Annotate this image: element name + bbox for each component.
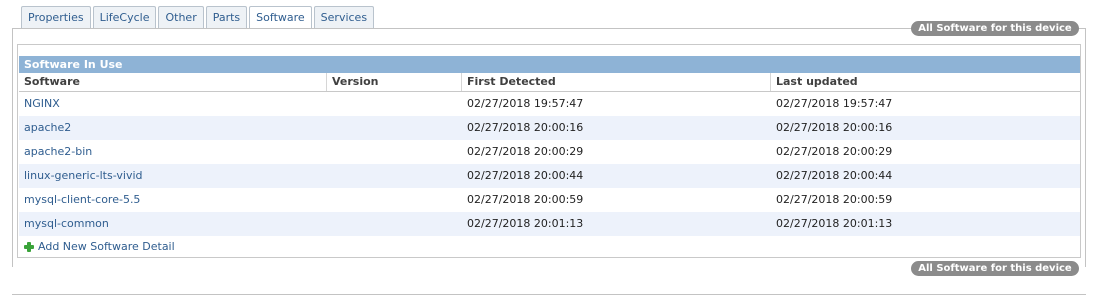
all-software-button-bottom[interactable]: All Software for this device — [911, 261, 1079, 276]
software-link[interactable]: NGINX — [19, 92, 327, 116]
add-software-label: Add New Software Detail — [38, 240, 175, 253]
column-header-first-detected[interactable]: First Detected — [462, 73, 771, 91]
tab-software[interactable]: Software — [249, 6, 312, 29]
software-link[interactable]: mysql-client-core-5.5 — [19, 188, 327, 212]
software-link[interactable]: linux-generic-lts-vivid — [19, 164, 327, 188]
version-cell — [327, 140, 462, 164]
first-detected-cell: 02/27/2018 20:00:44 — [467, 169, 584, 182]
version-cell — [327, 164, 462, 188]
table-row: apache2 02/27/2018 20:00:16 02/27/2018 2… — [19, 116, 1080, 140]
last-updated-cell: 02/27/2018 20:00:59 — [776, 193, 893, 206]
software-link[interactable]: mysql-common — [19, 212, 327, 236]
first-detected-cell: 02/27/2018 19:57:47 — [467, 97, 584, 110]
first-detected-cell: 02/27/2018 20:00:29 — [467, 145, 584, 158]
first-detected-cell: 02/27/2018 20:00:59 — [467, 193, 584, 206]
add-software-link[interactable]: Add New Software Detail — [24, 240, 175, 253]
version-cell — [327, 92, 462, 116]
software-link[interactable]: apache2-bin — [19, 140, 327, 164]
version-cell — [327, 188, 462, 212]
table-header: Software Version First Detected Last upd… — [19, 73, 1080, 92]
last-updated-cell: 02/27/2018 20:01:13 — [776, 217, 893, 230]
last-updated-cell: 02/27/2018 20:00:29 — [776, 145, 893, 158]
tab-services[interactable]: Services — [313, 6, 375, 28]
software-panel: Software In Use Software Version First D… — [17, 44, 1081, 258]
divider — [12, 294, 1086, 295]
tab-bar: Properties LifeCycle Other Parts Softwar… — [21, 6, 376, 29]
table-row: mysql-client-core-5.5 02/27/2018 20:00:5… — [19, 188, 1080, 212]
table-row: NGINX 02/27/2018 19:57:47 02/27/2018 19:… — [19, 92, 1080, 116]
tab-other[interactable]: Other — [158, 6, 204, 28]
table-row: apache2-bin 02/27/2018 20:00:29 02/27/20… — [19, 140, 1080, 164]
version-cell — [327, 212, 462, 236]
version-cell — [327, 116, 462, 140]
all-software-button-top[interactable]: All Software for this device — [911, 21, 1079, 36]
column-header-last-updated[interactable]: Last updated — [771, 73, 1080, 91]
tab-properties[interactable]: Properties — [21, 6, 91, 28]
table-row: mysql-common 02/27/2018 20:01:13 02/27/2… — [19, 212, 1080, 236]
table-row: linux-generic-lts-vivid 02/27/2018 20:00… — [19, 164, 1080, 188]
last-updated-cell: 02/27/2018 20:00:16 — [776, 121, 893, 134]
first-detected-cell: 02/27/2018 20:00:16 — [467, 121, 584, 134]
tab-lifecycle[interactable]: LifeCycle — [92, 6, 157, 28]
first-detected-cell: 02/27/2018 20:01:13 — [467, 217, 584, 230]
column-header-software[interactable]: Software — [19, 73, 327, 91]
last-updated-cell: 02/27/2018 19:57:47 — [776, 97, 893, 110]
tab-parts[interactable]: Parts — [205, 6, 248, 28]
software-link[interactable]: apache2 — [19, 116, 327, 140]
column-header-version[interactable]: Version — [327, 73, 462, 91]
plus-icon — [24, 241, 34, 252]
last-updated-cell: 02/27/2018 20:00:44 — [776, 169, 893, 182]
software-table: Software Version First Detected Last upd… — [19, 73, 1080, 236]
section-title: Software In Use — [19, 56, 1080, 73]
